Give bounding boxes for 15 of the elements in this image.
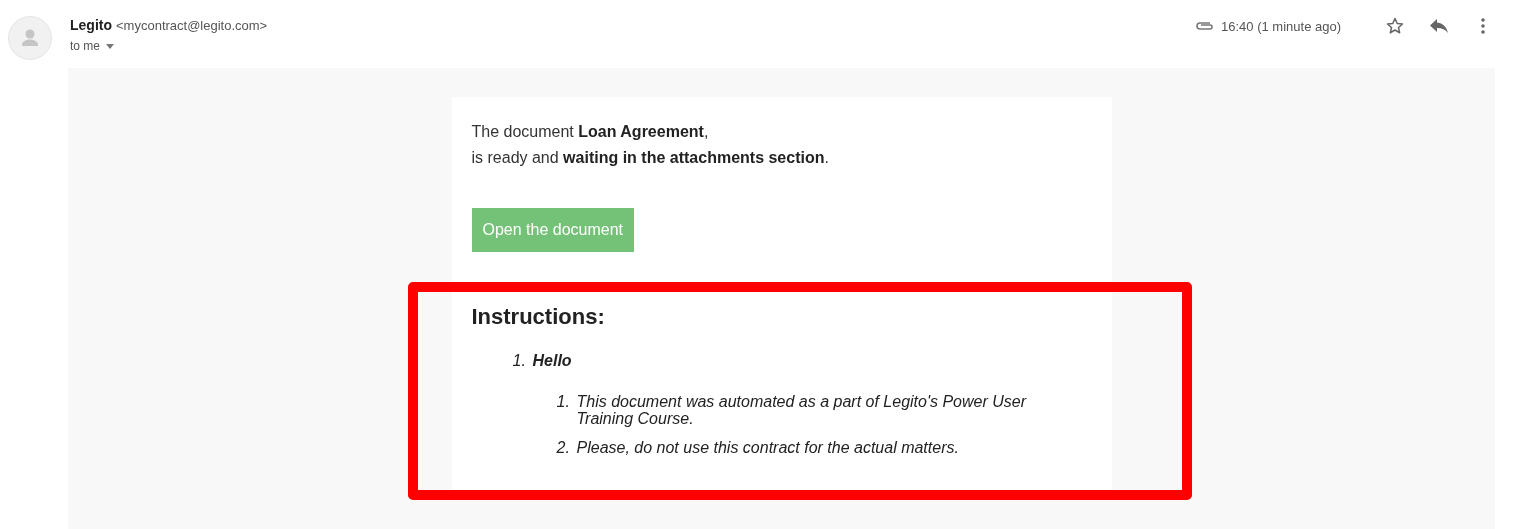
- list-number: 2.: [556, 439, 571, 456]
- sender-name: Legito: [70, 17, 112, 33]
- message-text: The document Loan Agreement,: [471, 122, 710, 142]
- recipient-dropdown[interactable]: to me: [70, 39, 268, 53]
- caret-icon: [106, 43, 114, 49]
- message-time: 16:40 (1 minute ago): [1221, 18, 1341, 34]
- instruction-text: This document was automated as a part of Legito's Power User Training Course.: [576, 393, 1028, 427]
- instruction-text: Hello: [532, 352, 572, 369]
- list-number: 1.: [512, 352, 527, 369]
- instruction-text: Please, do not use this contract for the actual matters.: [576, 439, 959, 456]
- list-number: 1.: [556, 393, 571, 412]
- instructions-heading: Instructions:: [471, 304, 606, 330]
- avatar-icon: [8, 16, 52, 60]
- sender-email: <mycontract@legito.com>: [116, 18, 268, 33]
- message-text: is ready and waiting in the attachments section.: [471, 148, 830, 168]
